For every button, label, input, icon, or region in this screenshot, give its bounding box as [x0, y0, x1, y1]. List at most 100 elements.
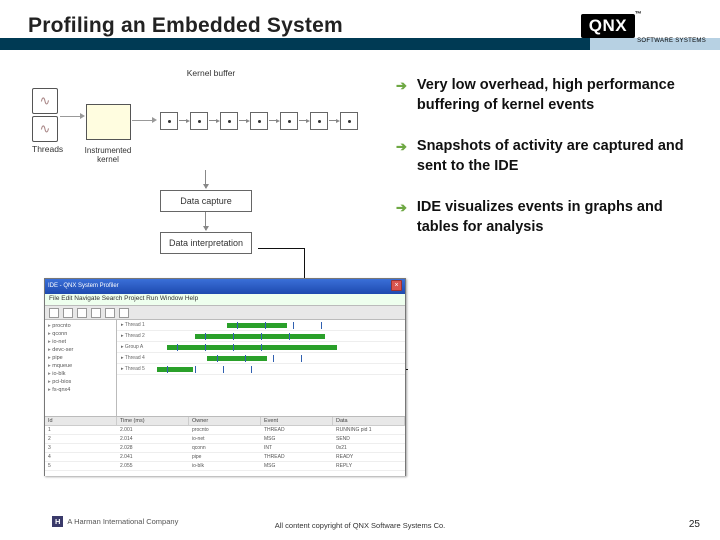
buffer-cell	[340, 112, 358, 130]
table-cell: THREAD	[261, 453, 333, 461]
mini-arrow-icon	[329, 120, 337, 121]
timeline-row: ▸ Thread 4	[117, 353, 405, 364]
event-mark-icon	[261, 333, 262, 340]
kernel-label: Instrumented kernel	[76, 146, 140, 164]
ide-tree: procntoqconnio-netdevc-serpipemqueueio-b…	[45, 320, 117, 416]
threads-label: Threads	[32, 144, 63, 154]
event-mark-icon	[261, 344, 262, 351]
mini-arrow-icon	[209, 120, 217, 121]
trace-bar	[195, 334, 325, 339]
table-cell: REPLY	[333, 462, 405, 470]
event-mark-icon	[167, 366, 168, 373]
column-header: Data	[333, 417, 405, 425]
table-cell: 2.014	[117, 435, 189, 443]
table-row: 22.014io-netMSGSEND	[45, 435, 405, 444]
bullet-arrow-icon: ➔	[396, 78, 407, 115]
tree-item: io-net	[48, 338, 113, 346]
kernel-box	[86, 104, 131, 140]
event-mark-icon	[321, 322, 322, 329]
table-cell: 2	[45, 435, 117, 443]
event-mark-icon	[205, 333, 206, 340]
threads-group: ∿ ∿ Threads	[32, 88, 63, 154]
table-cell: SEND	[333, 435, 405, 443]
table-cell: procnto	[189, 426, 261, 434]
ide-toolbar	[45, 306, 405, 320]
ide-event-table: IdTime (ms)OwnerEventData 12.001procntoT…	[45, 416, 405, 476]
toolbar-button-icon	[119, 308, 129, 318]
table-cell: 4	[45, 453, 117, 461]
buffer-label: Kernel buffer	[184, 68, 238, 78]
bullet-arrow-icon: ➔	[396, 200, 407, 237]
ide-body: procntoqconnio-netdevc-serpipemqueueio-b…	[45, 320, 405, 416]
table-cell: 2.001	[117, 426, 189, 434]
table-cell: io-blk	[189, 462, 261, 470]
event-mark-icon	[177, 344, 178, 351]
down-arrow-icon	[205, 212, 206, 230]
diagram-column: ∿ ∿ Threads Instrumented kernel Kernel b…	[30, 72, 375, 172]
buffer-cell	[160, 112, 178, 130]
buffer-cell	[250, 112, 268, 130]
table-cell: 2.028	[117, 444, 189, 452]
copyright-text: All content copyright of QNX Software Sy…	[0, 521, 720, 530]
toolbar-button-icon	[91, 308, 101, 318]
tree-item: fs-qnx4	[48, 386, 113, 394]
table-cell: THREAD	[261, 426, 333, 434]
tree-item: pci-bios	[48, 378, 113, 386]
arrow-head-icon	[80, 113, 85, 119]
tree-item: qconn	[48, 330, 113, 338]
tree-item: io-blk	[48, 370, 113, 378]
bullet-item: ➔ Snapshots of activity are captured and…	[396, 137, 696, 176]
arrow-line	[60, 116, 82, 117]
timeline-row: ▸ Group A	[117, 342, 405, 353]
buffer-cell	[280, 112, 298, 130]
table-row: 32.028qconnINT0x21	[45, 444, 405, 453]
tree-item: procnto	[48, 322, 113, 330]
bullets-column: ➔ Very low overhead, high performance bu…	[396, 76, 696, 259]
close-icon: ×	[391, 280, 402, 291]
toolbar-button-icon	[105, 308, 115, 318]
bullet-item: ➔ IDE visualizes events in graphs and ta…	[396, 198, 696, 237]
table-cell: 3	[45, 444, 117, 452]
table-cell: 1	[45, 426, 117, 434]
trademark-icon: ™	[635, 11, 643, 18]
tree-item: devc-ser	[48, 346, 113, 354]
event-mark-icon	[301, 355, 302, 362]
mini-arrow-icon	[239, 120, 247, 121]
toolbar-button-icon	[63, 308, 73, 318]
table-row: 12.001procntoTHREADRUNNING pid 1	[45, 426, 405, 435]
arrow-line	[132, 120, 154, 121]
bullet-arrow-icon: ➔	[396, 139, 407, 176]
table-cell: MSG	[261, 435, 333, 443]
wave-icon: ∿	[32, 88, 58, 114]
ide-screenshot: IDE - QNX System Profiler × File Edit Na…	[44, 278, 406, 476]
buffer-cell	[310, 112, 328, 130]
trace-bar	[227, 323, 287, 328]
table-row: 42.041pipeTHREADREADY	[45, 453, 405, 462]
bullet-text: Snapshots of activity are captured and s…	[417, 137, 696, 176]
buffer-cell	[190, 112, 208, 130]
table-cell: pipe	[189, 453, 261, 461]
bullet-item: ➔ Very low overhead, high performance bu…	[396, 76, 696, 115]
timeline-row: ▸ Thread 5	[117, 364, 405, 375]
timeline-row: ▸ Thread 2	[117, 331, 405, 342]
event-mark-icon	[251, 366, 252, 373]
slide-header: Profiling an Embedded System QNX ™ SOFTW…	[0, 0, 720, 62]
ide-titlebar: IDE - QNX System Profiler ×	[45, 279, 405, 294]
toolbar-button-icon	[49, 308, 59, 318]
event-mark-icon	[293, 322, 294, 329]
buffer-cell	[220, 112, 238, 130]
step-data-capture: Data capture	[160, 190, 252, 212]
page-number: 25	[689, 519, 700, 530]
ide-title-text: IDE - QNX System Profiler	[48, 279, 119, 294]
event-mark-icon	[245, 355, 246, 362]
step-data-interpret: Data interpretation	[160, 232, 252, 254]
column-header: Owner	[189, 417, 261, 425]
tree-item: pipe	[48, 354, 113, 362]
ide-menubar: File Edit Navigate Search Project Run Wi…	[45, 294, 405, 306]
table-cell: 2.055	[117, 462, 189, 470]
table-cell: INT	[261, 444, 333, 452]
trace-bar	[207, 356, 267, 361]
table-header-row: IdTime (ms)OwnerEventData	[45, 417, 405, 426]
tree-item: mqueue	[48, 362, 113, 370]
trace-bar	[167, 345, 337, 350]
